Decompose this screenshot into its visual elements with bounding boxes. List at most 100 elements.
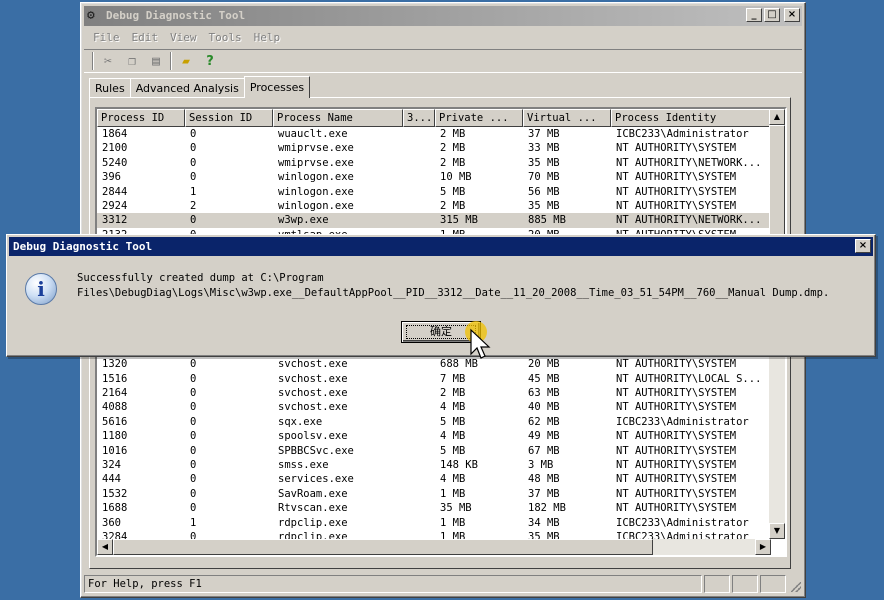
cell-virtual: 37 MB — [528, 487, 560, 500]
dialog-close-button[interactable]: × — [855, 239, 871, 253]
menu-file[interactable]: File — [88, 31, 125, 44]
maximize-button[interactable]: □ — [764, 8, 780, 22]
status-pane — [760, 575, 786, 593]
table-row[interactable]: 1180 0 spoolsv.exe 4 MB 49 MB NT AUTHORITY\SY… — [97, 429, 771, 443]
cell-private: 5 MB — [440, 415, 466, 428]
tab-processes[interactable]: Processes — [243, 76, 311, 98]
paste-icon[interactable]: ▤ — [146, 51, 166, 71]
table-row[interactable]: 1516 0 svchost.exe 7 MB 45 MB NT AUTHORITY\LO… — [97, 372, 771, 386]
horizontal-scroll-thumb[interactable] — [113, 539, 653, 555]
scroll-up-icon[interactable]: ▲ — [769, 109, 785, 125]
menu-edit[interactable]: Edit — [127, 31, 164, 44]
table-row[interactable]: 360 1 rdpclip.exe 1 MB 34 MB ICBC233\Administ… — [97, 516, 771, 530]
minimize-button[interactable]: _ — [746, 8, 762, 22]
close-button[interactable]: × — [784, 8, 800, 22]
cell-process-id: 2164 — [102, 387, 128, 400]
table-row[interactable]: 2924 2 winlogon.exe 2 MB 35 MB NT AUTHORITY\S… — [97, 199, 771, 213]
column-header-process-name[interactable]: Process Name — [273, 109, 403, 127]
cell-process-identity: NT AUTHORITY\SYSTEM — [616, 430, 737, 443]
table-row[interactable]: 396 0 winlogon.exe 10 MB 70 MB NT AUTHORITY\S… — [97, 170, 771, 184]
tab-rules[interactable]: Rules — [89, 78, 131, 98]
cell-private: 148 KB — [440, 458, 478, 471]
cell-private: 4 MB — [440, 401, 466, 414]
cell-process-name: svchost.exe — [278, 401, 348, 414]
cell-private: 2 MB — [440, 387, 466, 400]
scroll-down-icon[interactable]: ▼ — [769, 523, 785, 539]
cell-session-id: 0 — [190, 415, 197, 428]
table-row[interactable]: 2164 0 svchost.exe 2 MB 63 MB NT AUTHORITY\SY… — [97, 386, 771, 400]
cell-process-identity: NT AUTHORITY\SYSTEM — [616, 387, 737, 400]
menu-tools[interactable]: Tools — [204, 31, 247, 44]
cell-process-identity: NT AUTHORITY\SYSTEM — [616, 487, 737, 500]
cell-process-name: w3wp.exe — [278, 214, 329, 227]
dialog-title-bar[interactable]: Debug Diagnostic Tool × — [9, 237, 873, 256]
table-row[interactable]: 1864 0 wuauclt.exe 2 MB 37 MB ICBC233\Adminis… — [97, 127, 771, 141]
cell-process-identity: NT AUTHORITY\SYSTEM — [616, 358, 737, 371]
resize-grip-icon[interactable] — [788, 575, 802, 593]
cell-virtual: 40 MB — [528, 401, 560, 414]
table-row[interactable]: 1688 0 Rtvscan.exe 35 MB 182 MB NT AUTHORITY\… — [97, 501, 771, 515]
column-header-session-id[interactable]: Session ID — [185, 109, 273, 127]
cell-session-id: 0 — [190, 387, 197, 400]
cell-process-id: 1016 — [102, 444, 128, 457]
status-pane — [732, 575, 758, 593]
table-row[interactable]: 3312 0 w3wp.exe 315 MB 885 MB NT AUTHORITY\NE… — [97, 213, 771, 228]
cell-process-identity: NT AUTHORITY\NETWORK... — [616, 156, 762, 169]
cell-process-id: 3312 — [102, 214, 128, 227]
cell-virtual: 63 MB — [528, 387, 560, 400]
column-header-3[interactable]: 3... — [403, 109, 435, 127]
cell-private: 4 MB — [440, 430, 466, 443]
cell-virtual: 67 MB — [528, 444, 560, 457]
dialog-message-line-2: Files\DebugDiag\Logs\Misc\w3wp.exe__Defa… — [77, 287, 830, 299]
table-row[interactable]: 324 0 smss.exe 148 KB 3 MB NT AUTHORITY\SYSTE… — [97, 458, 771, 472]
table-row[interactable]: 5616 0 sqx.exe 5 MB 62 MB ICBC233\Administrat… — [97, 415, 771, 429]
column-header-process-id[interactable]: Process ID — [97, 109, 185, 127]
cell-process-name: SPBBCSvc.exe — [278, 444, 354, 457]
cell-3 — [403, 400, 435, 414]
cell-private: 1 MB — [440, 487, 466, 500]
table-row[interactable]: 1532 0 SavRoam.exe 1 MB 37 MB NT AUTHORITY\SY… — [97, 487, 771, 501]
scroll-right-icon[interactable]: ▶ — [755, 539, 771, 555]
cell-3 — [403, 429, 435, 443]
tab-advanced-analysis[interactable]: Advanced Analysis — [129, 78, 245, 98]
cell-virtual: 885 MB — [528, 214, 566, 227]
cell-process-name: winlogon.exe — [278, 199, 354, 212]
column-header-private[interactable]: Private ... — [435, 109, 523, 127]
cell-3 — [403, 472, 435, 486]
table-row[interactable]: 444 0 services.exe 4 MB 48 MB NT AUTHORITY\SY… — [97, 472, 771, 486]
horizontal-scrollbar[interactable]: ◀ ▶ — [97, 539, 771, 555]
cell-private: 2 MB — [440, 142, 466, 155]
cell-session-id: 0 — [190, 458, 197, 471]
cell-virtual: 3 MB — [528, 458, 554, 471]
table-row[interactable]: 4088 0 svchost.exe 4 MB 40 MB NT AUTHORITY\SY… — [97, 400, 771, 414]
cell-3 — [403, 213, 435, 227]
table-row[interactable]: 1320 0 svchost.exe 688 MB 20 MB NT AUTHORITY\… — [97, 357, 771, 371]
cell-private: 35 MB — [440, 502, 472, 515]
copy-icon[interactable]: ❐ — [122, 51, 142, 71]
cell-virtual: 62 MB — [528, 415, 560, 428]
cell-3 — [403, 415, 435, 429]
cell-process-name: smss.exe — [278, 458, 329, 471]
cell-3 — [403, 170, 435, 184]
column-header-process-identity[interactable]: Process Identity — [611, 109, 771, 127]
table-row[interactable]: 2844 1 winlogon.exe 5 MB 56 MB NT AUTHORITY\S… — [97, 185, 771, 199]
cell-process-id: 2844 — [102, 185, 128, 198]
menu-help[interactable]: Help — [249, 31, 286, 44]
menu-view[interactable]: View — [165, 31, 202, 44]
column-header-virtual[interactable]: Virtual ... — [523, 109, 611, 127]
table-row[interactable]: 2100 0 wmiprvse.exe 2 MB 33 MB NT AUTHORITY\S… — [97, 141, 771, 155]
cell-process-identity: NT AUTHORITY\SYSTEM — [616, 473, 737, 486]
main-window-title: Debug Diagnostic Tool — [106, 9, 246, 22]
cut-icon[interactable]: ✂ — [98, 51, 118, 71]
table-row[interactable]: 5240 0 wmiprvse.exe 2 MB 35 MB NT AUTHORITY\N… — [97, 156, 771, 170]
open-folder-icon[interactable]: ▰ — [176, 51, 196, 71]
list-header: Process ID Session ID Process Name 3... … — [97, 109, 771, 127]
table-row[interactable]: 1016 0 SPBBCSvc.exe 5 MB 67 MB NT AUTHORITY\S… — [97, 444, 771, 458]
cell-3 — [403, 185, 435, 199]
cell-process-name: services.exe — [278, 473, 354, 486]
scroll-left-icon[interactable]: ◀ — [97, 539, 113, 555]
cell-session-id: 0 — [190, 358, 197, 371]
help-icon[interactable]: ? — [200, 51, 220, 71]
cell-process-identity: NT AUTHORITY\SYSTEM — [616, 401, 737, 414]
main-title-bar[interactable]: ⚙ Debug Diagnostic Tool _ □ × — [84, 6, 802, 26]
